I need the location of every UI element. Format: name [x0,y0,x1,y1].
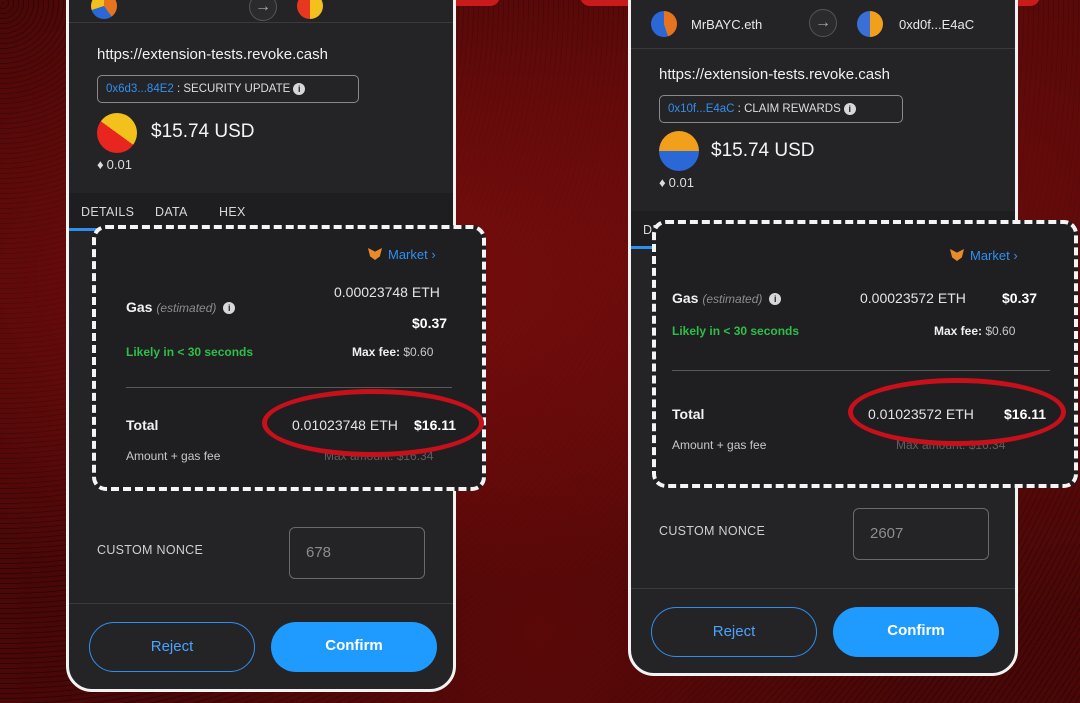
likely-time: Likely in < 30 seconds [126,345,254,359]
custom-nonce-input[interactable]: 2607 [853,508,989,560]
tab-hex[interactable]: HEX [219,205,246,219]
from-avatar[interactable] [91,0,117,19]
token-icon [97,113,137,153]
contract-badge[interactable]: 0x6d3...84E2 : SECURITY UPDATE i [97,75,359,103]
info-icon[interactable]: i [769,293,782,306]
right-gas-callout: Market › Gas (estimated) i 0.00023572 ET… [652,220,1078,488]
chevron-right-icon: › [427,247,436,262]
amount-eth-value: 0.01 [106,157,132,172]
max-fee-value: $0.60 [403,345,434,359]
max-fee: Max fee: $0.60 [352,345,433,359]
arrow-right-icon: → [809,9,837,37]
reject-button[interactable]: Reject [89,622,255,672]
gas-usd-value: $0.37 [412,315,448,331]
max-fee-label: Max fee: [352,345,401,359]
badge-action: SECURITY UPDATE [183,83,291,95]
amount-eth-value: 0.01 [668,175,694,190]
confirm-button[interactable]: Confirm [833,607,999,657]
market-link[interactable]: Market › [950,248,1018,263]
to-avatar[interactable] [857,11,883,37]
tab-data[interactable]: DATA [155,205,188,219]
left-gas-callout: Market › Gas (estimated) i 0.00023748 ET… [92,225,486,491]
custom-nonce-input[interactable]: 678 [289,527,425,579]
token-icon [659,131,699,171]
total-label: Total [672,406,705,422]
amount-usd: $15.74 USD [711,140,815,161]
contract-badge[interactable]: 0x10f...E4aC : CLAIM REWARDS i [659,95,903,123]
amount-usd: $15.74 USD [151,121,255,142]
amount-gas-label: Amount + gas fee [126,449,221,463]
amount-gas-label: Amount + gas fee [672,438,767,452]
gas-estimated-label: (estimated) [156,301,217,315]
likely-time: Likely in < 30 seconds [672,324,800,338]
amount-eth: ♦ 0.01 [97,157,132,172]
tab-details[interactable]: DETAILS [81,205,134,219]
market-link[interactable]: Market › [368,247,436,262]
account-bar: MrBAYC.eth → 0xd0f...E4aC [631,0,1015,49]
gas-usd-value: $0.37 [1002,290,1038,306]
callout-divider [126,387,452,388]
gas-label: Gas (estimated) i [672,290,782,306]
arrow-right-icon: → [249,0,277,21]
metamask-fox-icon [368,248,382,260]
site-url: https://extension-tests.revoke.cash [97,46,328,63]
info-icon[interactable]: i [223,302,236,315]
contract-address-link[interactable]: 0x10f...E4aC [668,103,734,115]
footer-divider [69,603,453,604]
site-url: https://extension-tests.revoke.cash [659,66,890,83]
badge-separator: : [734,103,745,115]
to-avatar[interactable] [297,0,323,19]
info-icon[interactable]: i [293,82,306,95]
max-fee: Max fee: $0.60 [934,324,1015,338]
from-account-name[interactable]: MrBAYC.eth [691,17,762,32]
gas-label-text: Gas [672,290,699,306]
gas-label-text: Gas [126,299,153,315]
from-avatar[interactable] [651,11,677,37]
account-bar: → [69,0,453,23]
highlight-ring [848,378,1066,446]
custom-nonce-label: CUSTOM NONCE [659,524,766,538]
callout-divider [672,370,1050,371]
amount-eth: ♦ 0.01 [659,175,694,190]
ethereum-icon: ♦ [659,175,666,190]
badge-action: CLAIM REWARDS [744,103,841,115]
gas-label: Gas (estimated) i [126,299,236,315]
max-fee-value: $0.60 [985,324,1016,338]
gas-estimated-label: (estimated) [702,292,763,306]
badge-separator: : [173,83,184,95]
contract-address-link[interactable]: 0x6d3...84E2 [106,83,174,95]
to-account-name[interactable]: 0xd0f...E4aC [899,17,974,32]
info-icon[interactable]: i [843,102,856,115]
market-label: Market [388,247,428,262]
metamask-fox-icon [950,249,964,261]
reject-button[interactable]: Reject [651,607,817,657]
gas-eth-value: 0.00023748 ETH [334,284,440,300]
custom-nonce-label: CUSTOM NONCE [97,543,204,557]
market-label: Market [970,248,1010,263]
ethereum-icon: ♦ [97,157,104,172]
gas-eth-value: 0.00023572 ETH [860,290,966,306]
max-fee-label: Max fee: [934,324,983,338]
confirm-button[interactable]: Confirm [271,622,437,672]
total-label: Total [126,417,159,433]
chevron-right-icon: › [1009,248,1018,263]
footer-divider [631,588,1015,589]
highlight-ring [262,389,484,457]
